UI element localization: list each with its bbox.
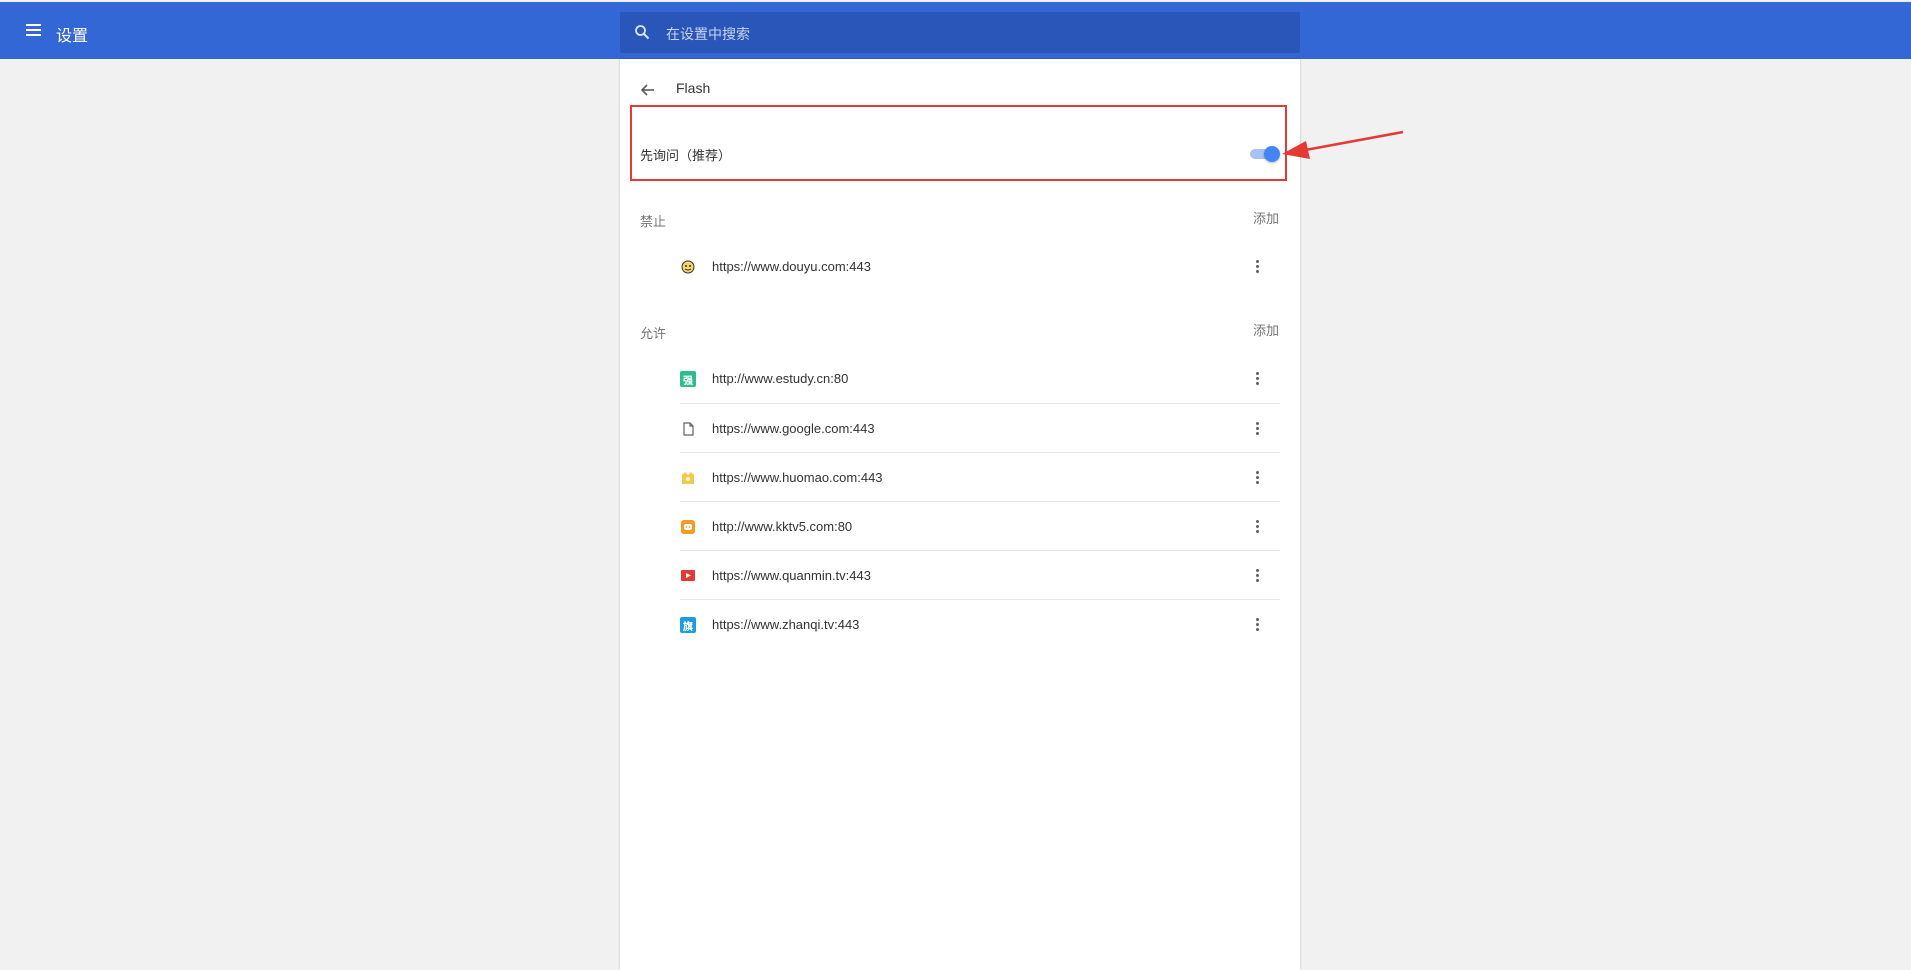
allowed-site-row[interactable]: http://www.kktv5.com:80	[680, 501, 1280, 551]
menu-icon[interactable]	[24, 22, 44, 40]
allowed-site-row[interactable]: https://www.huomao.com:443	[680, 452, 1280, 502]
settings-panel: Flash 先询问（推荐） 禁止 添加 https://www.douyu.co…	[620, 59, 1300, 970]
file-icon	[680, 421, 696, 437]
annotation-highlight-box	[630, 105, 1287, 181]
search-box[interactable]	[620, 12, 1300, 55]
search-icon	[635, 25, 650, 40]
kktv5-favicon-icon	[680, 519, 696, 535]
site-url: https://www.google.com:443	[712, 421, 875, 436]
back-arrow-icon[interactable]	[638, 80, 658, 100]
annotation-arrow-icon	[1282, 130, 1404, 159]
ask-first-label: 先询问（推荐）	[640, 148, 732, 163]
ask-first-toggle[interactable]	[1248, 146, 1282, 162]
blocked-section-label: 禁止	[640, 214, 667, 229]
app-title: 设置	[56, 28, 89, 45]
site-url: https://www.quanmin.tv:443	[712, 568, 871, 583]
allowed-section-label: 允许	[640, 326, 667, 341]
blocked-add-button[interactable]: 添加	[1253, 208, 1279, 227]
more-vert-icon[interactable]	[1250, 617, 1266, 633]
site-url: http://www.estudy.cn:80	[712, 371, 849, 386]
more-vert-icon[interactable]	[1250, 470, 1266, 486]
more-vert-icon[interactable]	[1250, 519, 1266, 535]
allowed-site-row[interactable]: https://www.google.com:443	[680, 403, 1280, 453]
estudy-favicon-icon: 强	[680, 371, 696, 387]
top-bar: 设置	[0, 2, 1911, 59]
site-url: https://www.douyu.com:443	[712, 259, 871, 274]
allowed-add-button[interactable]: 添加	[1253, 320, 1279, 339]
quanmin-favicon-icon	[680, 568, 696, 584]
allowed-site-row[interactable]: 强 http://www.estudy.cn:80	[680, 354, 1280, 403]
allowed-site-row[interactable]: 旗 https://www.zhanqi.tv:443	[680, 599, 1280, 649]
blocked-site-row[interactable]: https://www.douyu.com:443	[680, 242, 1280, 291]
more-vert-icon[interactable]	[1250, 421, 1266, 437]
site-url: https://www.huomao.com:443	[712, 470, 883, 485]
page-title: Flash	[676, 80, 711, 96]
douyu-favicon-icon	[680, 259, 696, 275]
allowed-site-row[interactable]: https://www.quanmin.tv:443	[680, 550, 1280, 600]
site-url: http://www.kktv5.com:80	[712, 519, 853, 534]
more-vert-icon[interactable]	[1250, 259, 1266, 275]
search-input[interactable]	[664, 12, 1288, 55]
more-vert-icon[interactable]	[1250, 371, 1266, 387]
site-url: https://www.zhanqi.tv:443	[712, 617, 860, 632]
more-vert-icon[interactable]	[1250, 568, 1266, 584]
huomao-favicon-icon	[680, 470, 696, 486]
zhanqi-favicon-icon: 旗	[680, 617, 696, 633]
